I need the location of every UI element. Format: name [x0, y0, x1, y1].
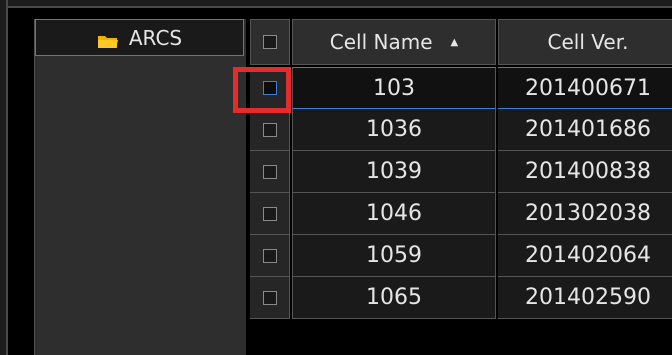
cell-name: 1036	[292, 109, 496, 151]
row-check-cell	[250, 277, 290, 319]
tree-item-label: ARCS	[128, 25, 183, 50]
row-check-cell	[250, 67, 290, 109]
cell-table: Cell Name ▲ Cell Ver. 103 201400671 1036…	[250, 19, 672, 355]
column-header-cell-name[interactable]: Cell Name ▲	[292, 19, 496, 65]
folder-icon	[97, 30, 119, 48]
select-all-checkbox[interactable]	[263, 35, 277, 49]
cell-name: 1059	[292, 235, 496, 277]
window-left-border	[0, 0, 8, 355]
row-check-cell	[250, 193, 290, 235]
table-row[interactable]: 103 201400671	[250, 67, 672, 109]
row-checkbox[interactable]	[262, 122, 277, 137]
cell-version: 201400671	[498, 67, 672, 109]
row-checkbox[interactable]	[262, 206, 277, 221]
cell-name: 103	[292, 67, 496, 109]
cell-version: 201302038	[498, 193, 672, 235]
column-header-cell-ver[interactable]: Cell Ver.	[498, 19, 672, 65]
column-header-label: Cell Name	[329, 30, 433, 54]
folder-tree-panel: ARCS	[34, 19, 246, 355]
cell-name: 1039	[292, 151, 496, 193]
table-row[interactable]: 1046 201302038	[250, 193, 672, 235]
table-row[interactable]: 1036 201401686	[250, 109, 672, 151]
cell-version: 201402590	[498, 277, 672, 319]
window-top-border	[0, 0, 672, 8]
row-check-cell	[250, 109, 290, 151]
table-row[interactable]: 1039 201400838	[250, 151, 672, 193]
row-check-cell	[250, 151, 290, 193]
header-select-all[interactable]	[250, 19, 290, 65]
row-checkbox[interactable]	[262, 164, 277, 179]
row-checkbox[interactable]	[262, 80, 277, 95]
row-checkbox[interactable]	[262, 248, 277, 263]
sort-ascending-icon: ▲	[450, 36, 459, 48]
table-row[interactable]: 1065 201402590	[250, 277, 672, 319]
tree-item-arcs[interactable]: ARCS	[35, 19, 244, 56]
row-checkbox[interactable]	[262, 290, 277, 305]
cell-version: 201400838	[498, 151, 672, 193]
row-check-cell	[250, 235, 290, 277]
column-header-label: Cell Ver.	[547, 30, 629, 54]
table-row[interactable]: 1059 201402064	[250, 235, 672, 277]
cell-name: 1046	[292, 193, 496, 235]
cell-name: 1065	[292, 277, 496, 319]
cell-version: 201402064	[498, 235, 672, 277]
cell-version: 201401686	[498, 109, 672, 151]
